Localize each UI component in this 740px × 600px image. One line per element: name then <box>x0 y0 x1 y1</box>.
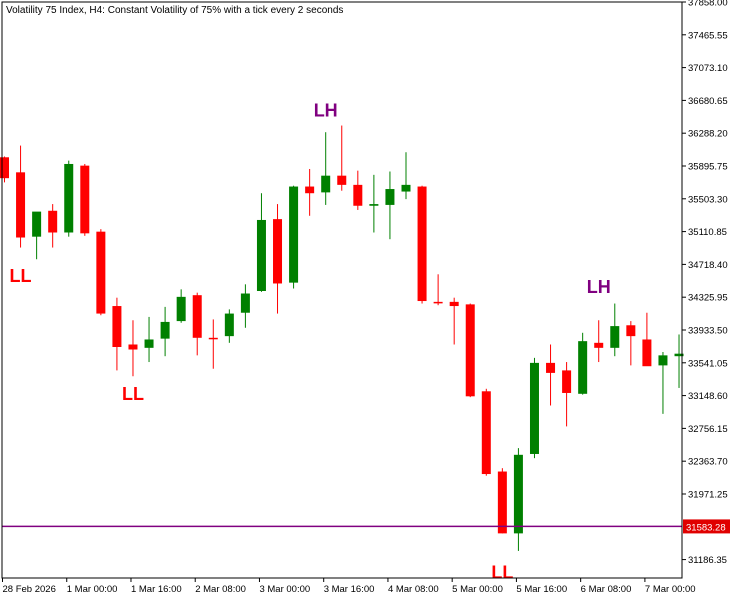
candle-body-bullish <box>529 362 539 454</box>
candlestick-chart[interactable]: 31583.28 LL LL LH LL LH 37858.00 37465.55 3707… <box>0 0 740 600</box>
x-tick-label: 2 Mar 08:00 <box>195 584 246 595</box>
candle-body-bearish <box>433 301 443 304</box>
y-tick-label: 34718.40 <box>688 260 728 271</box>
y-tick-label: 35503.30 <box>688 194 728 205</box>
x-tick-label: 3 Mar 00:00 <box>259 584 310 595</box>
candle-body-bullish <box>224 313 234 337</box>
horizontal-line-layer: 31583.28 <box>2 519 730 534</box>
y-tick-label: 31971.25 <box>688 489 728 500</box>
annotation-ll: LL <box>10 266 32 286</box>
candle-body-bullish <box>240 293 250 313</box>
candle-body-bearish <box>80 165 90 234</box>
y-tick-label: 33148.60 <box>688 391 728 402</box>
candle-body-bearish <box>449 301 459 307</box>
chart-window: 31583.28 LL LL LH LL LH 37858.00 37465.55 3707… <box>0 0 740 600</box>
candle-body-bullish <box>32 211 42 237</box>
candle-body-bullish <box>289 186 299 283</box>
candle-body-bearish <box>305 186 315 194</box>
candle-body-bullish <box>160 321 170 339</box>
candle-body-bearish <box>208 337 218 340</box>
candle-body-bearish <box>16 172 26 238</box>
candle-body-bullish <box>401 184 411 192</box>
candles-layer <box>0 125 684 551</box>
candle-body-bearish <box>96 231 106 314</box>
y-tick-label: 32363.70 <box>688 457 728 468</box>
x-tick-label: 3 Mar 16:00 <box>324 584 375 595</box>
candle-body-bullish <box>64 163 74 233</box>
x-tick-label: 1 Mar 00:00 <box>67 584 118 595</box>
candle-body-bearish <box>465 304 475 397</box>
x-tick-label: 4 Mar 08:00 <box>388 584 439 595</box>
candle-body-bullish <box>578 341 588 394</box>
candle-body-bearish <box>353 184 363 206</box>
candle-body-bullish <box>658 355 668 366</box>
y-tick-label: 36680.65 <box>688 96 728 107</box>
annotation-lh: LH <box>314 100 338 120</box>
candle-body-bearish <box>594 342 604 348</box>
y-tick-label: 31186.35 <box>688 555 727 566</box>
candle-body-bearish <box>497 471 507 534</box>
y-tick-label: 35110.85 <box>688 227 727 238</box>
y-tick-label: 36288.20 <box>688 129 728 140</box>
chart-title: Volatility 75 Index, H4: Constant Volati… <box>6 5 343 16</box>
candle-body-bearish <box>128 344 138 350</box>
y-tick-label: 37073.10 <box>688 63 728 74</box>
candle-body-bullish <box>144 339 154 348</box>
candle-body-bearish <box>562 370 572 393</box>
price-line-tag-label: 31583.28 <box>686 522 726 533</box>
y-tick-label: 37465.55 <box>688 30 728 41</box>
y-tick-label: 32756.15 <box>688 424 728 435</box>
x-tick-label: 28 Feb 2026 <box>3 584 56 595</box>
annotation-ll: LL <box>491 563 513 583</box>
candle-body-bullish <box>176 296 186 322</box>
candle-body-bullish <box>513 454 523 534</box>
axes-layer: 37858.00 37465.55 37073.10 36680.65 36288.20… <box>1 0 728 595</box>
annotation-ll: LL <box>122 384 144 404</box>
candle-body-bearish <box>273 219 283 284</box>
candle-body-bearish <box>642 339 652 367</box>
candle-body-bearish <box>192 295 202 338</box>
x-tick-label: 5 Mar 16:00 <box>516 584 567 595</box>
candle-body-bearish <box>546 362 556 373</box>
candle-body-bullish <box>369 204 379 206</box>
x-tick-label: 7 Mar 00:00 <box>645 584 696 595</box>
x-tick-label: 5 Mar 00:00 <box>452 584 503 595</box>
x-tick-label: 6 Mar 08:00 <box>581 584 632 595</box>
candle-body-bearish <box>626 325 636 337</box>
candle-body-bearish <box>112 306 122 347</box>
annotation-lh: LH <box>587 277 611 297</box>
x-tick-label: 1 Mar 16:00 <box>131 584 182 595</box>
y-tick-label: 34325.95 <box>688 293 728 304</box>
y-tick-label: 33933.50 <box>688 325 728 336</box>
candle-body-bullish <box>321 175 331 193</box>
candle-body-bearish <box>417 186 427 302</box>
y-tick-label: 35895.75 <box>688 161 728 172</box>
candle-body-bullish <box>610 326 620 348</box>
y-tick-label: 33541.05 <box>688 358 728 369</box>
candle-body-bullish <box>385 189 395 205</box>
candle-body-bearish <box>48 210 58 233</box>
candle-body-bearish <box>337 175 347 185</box>
candle-body-bullish <box>256 219 266 292</box>
candle-body-bearish <box>481 391 491 475</box>
y-tick-label: 37858.00 <box>688 0 728 9</box>
candle-body-bearish <box>0 157 9 179</box>
